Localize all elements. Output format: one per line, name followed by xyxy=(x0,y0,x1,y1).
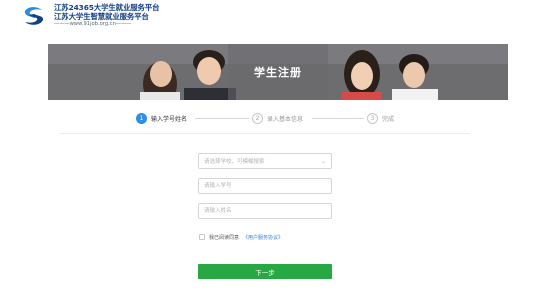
step-label: 完成 xyxy=(382,115,395,123)
agreement-row: 我已阅读同意 《用户服务协议》 xyxy=(199,233,283,241)
logo-url: ———www.91job.org.cn——— xyxy=(54,21,132,28)
step-label: 录入基本信息 xyxy=(267,115,304,123)
service-agreement-link[interactable]: 《用户服务协议》 xyxy=(243,234,283,241)
step-3: 3 完成 xyxy=(367,112,394,124)
logo-text: 江苏24365大学生就业服务平台 江苏大学生智慧就业服务平台 ———www.91… xyxy=(54,3,160,28)
name-input[interactable] xyxy=(198,203,332,219)
step-connector xyxy=(195,118,249,119)
registration-banner: 学生注册 xyxy=(48,44,508,100)
site-header: 江苏24365大学生就业服务平台 江苏大学生智慧就业服务平台 ———www.91… xyxy=(0,0,553,32)
banner-title: 学生注册 xyxy=(254,66,302,79)
logo-title-line1: 江苏24365大学生就业服务平台 xyxy=(54,3,160,13)
chevron-down-icon: ⌄ xyxy=(320,158,326,165)
agreement-checkbox[interactable] xyxy=(199,234,205,240)
step-number: 2 xyxy=(252,112,263,124)
school-select-placeholder: 请选择学校，可模糊搜索 xyxy=(204,159,265,165)
steps-divider xyxy=(60,133,470,134)
registration-steps: 1 输入学号姓名 2 录入基本信息 3 完成 xyxy=(60,110,500,126)
step-connector xyxy=(312,118,364,119)
step-1: 1 输入学号姓名 xyxy=(136,112,187,124)
student-id-input[interactable] xyxy=(198,178,332,194)
agreement-text: 我已阅读同意 xyxy=(209,234,240,241)
step-2: 2 录入基本信息 xyxy=(252,112,303,124)
step-number: 1 xyxy=(136,112,147,124)
step-label: 输入学号姓名 xyxy=(151,115,188,123)
registration-page: 江苏24365大学生就业服务平台 江苏大学生智慧就业服务平台 ———www.91… xyxy=(0,0,553,298)
next-step-button[interactable]: 下一步 xyxy=(198,264,332,279)
step-number: 3 xyxy=(367,112,378,124)
logo-title-line2: 江苏大学生智慧就业服务平台 xyxy=(54,11,149,21)
logo-icon xyxy=(22,5,46,27)
school-select[interactable]: 请选择学校，可模糊搜索 ⌄ xyxy=(198,153,332,169)
